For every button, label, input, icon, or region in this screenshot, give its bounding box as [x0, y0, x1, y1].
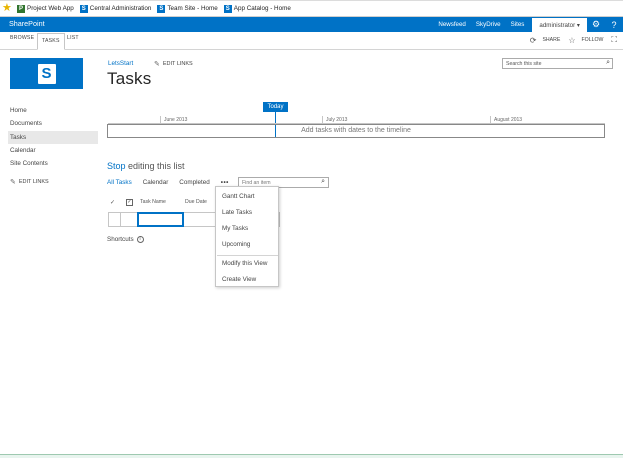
stop-editing-text: editing this list	[125, 161, 185, 171]
suite-bar: SharePoint Newsfeed SkyDrive Sites admin…	[0, 17, 623, 32]
task-name-cell-editor[interactable]	[137, 212, 184, 227]
edit-links-label: EDIT LINKS	[162, 61, 193, 67]
settings-gear-icon[interactable]: ⚙	[587, 17, 605, 32]
view-calendar[interactable]: Calendar	[143, 179, 169, 186]
sharepoint-logo-icon: S	[37, 63, 56, 84]
timeline-tick	[490, 116, 491, 123]
view-all-tasks[interactable]: All Tasks	[107, 179, 132, 186]
timeline-tick	[160, 116, 161, 123]
nav-edit-links[interactable]: ✎ EDIT LINKS	[10, 178, 49, 186]
focus-on-content-icon[interactable]: ⛶	[611, 35, 617, 45]
ribbon-tabs: BROWSE TASKS LIST ⟳ SHARE ☆ FOLLOW ⛶	[0, 32, 623, 50]
menu-item-late-tasks[interactable]: Late Tasks	[222, 209, 252, 216]
pencil-icon: ✎	[10, 179, 16, 186]
help-icon[interactable]: ?	[605, 17, 623, 32]
menu-item-gantt-chart[interactable]: Gantt Chart	[222, 193, 255, 200]
column-header-task-name[interactable]: Task Name	[140, 199, 166, 205]
column-header-due-date[interactable]: Due Date	[185, 199, 207, 205]
timeline-month: August 2013	[494, 117, 523, 123]
timeline-box[interactable]: Add tasks with dates to the timeline	[107, 124, 605, 138]
grid-divider	[120, 212, 121, 227]
stop-editing-heading: Stop editing this list	[107, 161, 185, 171]
favorite-label: Central Administration	[89, 5, 152, 12]
taskbar-edge	[0, 454, 623, 458]
nav-item-documents[interactable]: Documents	[10, 117, 98, 130]
nav-item-tasks[interactable]: Tasks	[8, 130, 98, 144]
ribbon-actions: ⟳ SHARE ☆ FOLLOW ⛶	[522, 35, 617, 45]
select-all-checkbox[interactable]: ✓	[126, 199, 133, 206]
sharepoint-icon: S	[157, 4, 166, 13]
search-icon[interactable]: ⌕	[606, 59, 610, 67]
search-placeholder: Search this site	[506, 61, 542, 67]
favorite-label: App Catalog - Home	[233, 5, 291, 12]
breadcrumb-site-link[interactable]: LetsStart	[108, 60, 133, 67]
brand-label[interactable]: SharePoint	[9, 19, 45, 28]
tab-list[interactable]: LIST	[67, 35, 79, 41]
favorite-label: Project Web App	[27, 5, 74, 12]
sharepoint-icon: S	[223, 4, 232, 13]
timeline-month: July 2013	[326, 117, 348, 123]
nav-item-calendar[interactable]: Calendar	[10, 144, 98, 157]
nav-edit-links-label: EDIT LINKS	[18, 179, 49, 185]
site-logo[interactable]: S	[10, 58, 83, 89]
pencil-icon: ✎	[154, 61, 160, 68]
share-icon: ⟳	[529, 35, 537, 45]
view-selector: All Tasks Calendar Completed •••	[107, 179, 235, 186]
stop-editing-link[interactable]: Stop	[107, 161, 126, 171]
favorite-link-project-web-app[interactable]: P Project Web App	[17, 4, 74, 13]
site-search-input[interactable]: Search this site ⌕	[502, 58, 613, 69]
timeline-today-marker: Today	[263, 102, 288, 112]
favorite-link-team-site[interactable]: S Team Site - Home	[157, 4, 218, 13]
page-title: Tasks	[107, 69, 152, 88]
checkmark-icon: ✓	[110, 200, 116, 206]
menu-divider	[217, 255, 278, 256]
favorite-label: Team Site - Home	[167, 5, 218, 12]
favorites-star-icon[interactable]: ★	[2, 3, 13, 14]
nav-item-site-contents[interactable]: Site Contents	[10, 157, 98, 170]
info-icon[interactable]: i	[136, 236, 144, 243]
menu-item-create-view[interactable]: Create View	[222, 276, 256, 283]
tab-tasks[interactable]: TASKS	[37, 33, 65, 50]
skydrive-link[interactable]: SkyDrive	[476, 21, 501, 28]
follow-star-icon: ☆	[568, 35, 576, 45]
sites-link[interactable]: Sites	[511, 21, 525, 28]
follow-button[interactable]: FOLLOW	[581, 37, 603, 43]
tab-browse[interactable]: BROWSE	[10, 35, 34, 41]
timeline-month: June 2013	[164, 117, 188, 123]
menu-item-modify-view[interactable]: Modify this View	[222, 260, 267, 267]
timeline-placeholder: Add tasks with dates to the timeline	[301, 127, 411, 134]
nav-item-home[interactable]: Home	[10, 104, 98, 117]
search-icon[interactable]: ⌕	[321, 178, 325, 186]
menu-item-upcoming[interactable]: Upcoming	[222, 241, 250, 248]
favorites-bar: ★ P Project Web App S Central Administra…	[0, 0, 623, 17]
top-edit-links[interactable]: ✎ EDIT LINKS	[154, 60, 193, 68]
menu-item-my-tasks[interactable]: My Tasks	[222, 225, 248, 232]
shortcuts-label: Shortcuts i	[107, 236, 144, 243]
view-dropdown-menu: Gantt Chart Late Tasks My Tasks Upcoming…	[215, 186, 279, 287]
sharepoint-icon: S	[79, 4, 88, 13]
user-menu[interactable]: administrator ▾	[532, 17, 587, 32]
quick-launch: Home Documents Tasks Calendar Site Conte…	[8, 104, 98, 170]
more-views-ellipsis-icon[interactable]: •••	[221, 179, 229, 186]
favorite-link-app-catalog[interactable]: S App Catalog - Home	[223, 4, 291, 13]
newsfeed-link[interactable]: Newsfeed	[438, 21, 466, 28]
favorite-link-central-admin[interactable]: S Central Administration	[79, 4, 152, 13]
suite-links: Newsfeed SkyDrive Sites administrator ▾ …	[433, 17, 623, 32]
shortcuts-text: Shortcuts	[107, 236, 134, 243]
timeline-tick	[322, 116, 323, 123]
view-completed[interactable]: Completed	[179, 179, 209, 186]
project-icon: P	[17, 4, 25, 13]
share-button[interactable]: SHARE	[542, 37, 560, 43]
